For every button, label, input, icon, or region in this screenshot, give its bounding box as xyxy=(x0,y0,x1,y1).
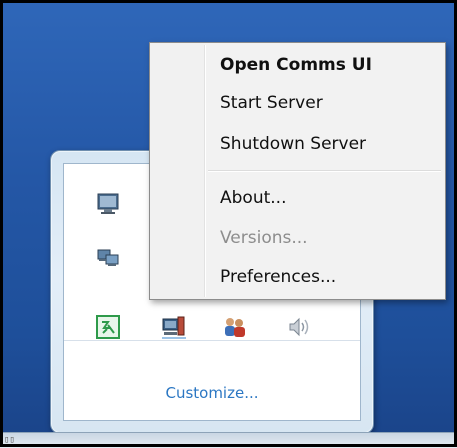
context-menu: Open Comms UI Start Server Shutdown Serv… xyxy=(149,42,446,300)
taskbar: ▯▯ xyxy=(0,432,457,448)
network-computers-icon[interactable] xyxy=(95,244,121,270)
menu-separator xyxy=(208,170,441,172)
menu-item-start-server[interactable]: Start Server xyxy=(220,93,323,113)
taskbar-edge-icon: ▯▯ xyxy=(4,435,15,445)
users-icon[interactable] xyxy=(222,314,248,340)
menu-gutter-divider xyxy=(204,45,206,297)
menu-item-preferences[interactable]: Preferences... xyxy=(220,267,336,287)
menu-item-about[interactable]: About... xyxy=(220,188,286,208)
customize-link[interactable]: Customize... xyxy=(64,384,360,402)
menu-item-shutdown-server[interactable]: Shutdown Server xyxy=(220,134,366,154)
menu-item-versions: Versions... xyxy=(220,228,308,248)
green-app-icon[interactable] xyxy=(95,314,121,340)
menu-icon-gutter xyxy=(150,43,204,299)
speaker-icon[interactable] xyxy=(286,314,312,340)
monitor-icon[interactable] xyxy=(95,191,121,217)
menu-item-open-comms-ui[interactable]: Open Comms UI xyxy=(220,55,372,75)
flyout-divider xyxy=(64,340,360,341)
server-computer-icon[interactable] xyxy=(161,314,187,340)
